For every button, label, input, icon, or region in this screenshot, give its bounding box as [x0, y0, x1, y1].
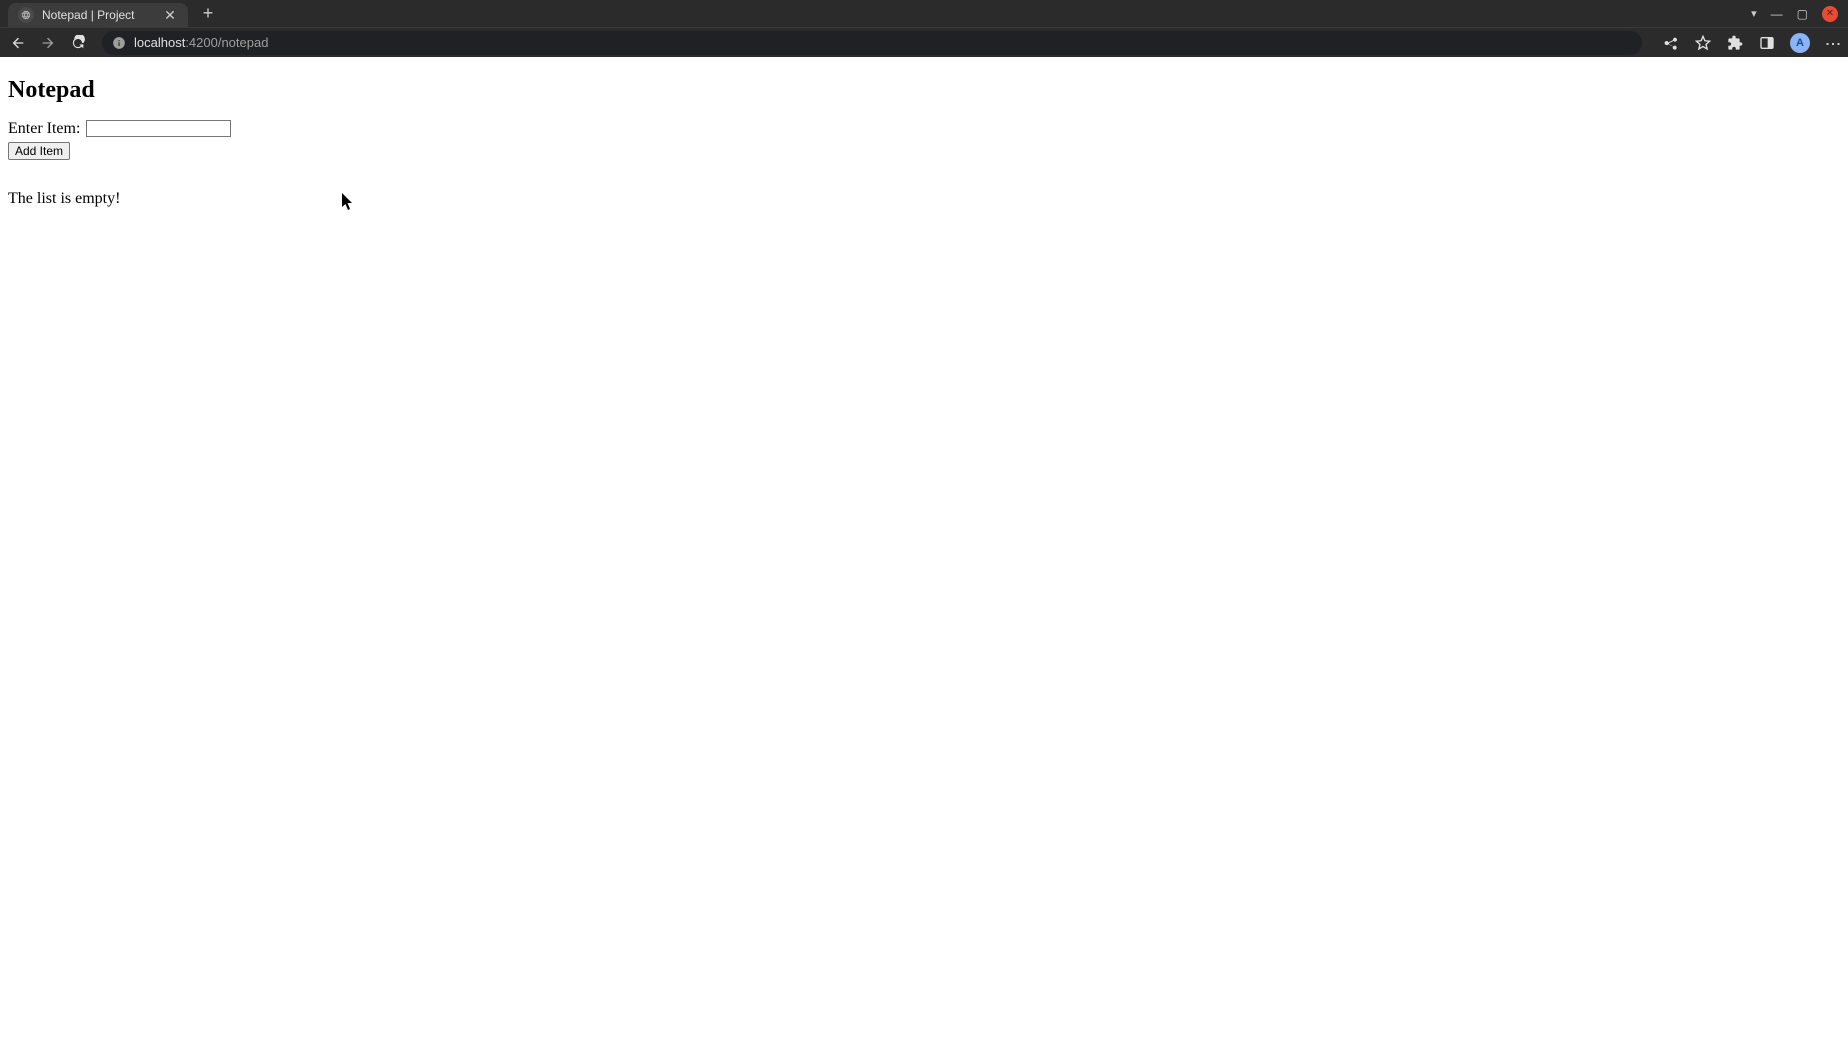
avatar-initial: A	[1796, 37, 1804, 49]
active-tab[interactable]: Notepad | Project ✕	[8, 3, 188, 27]
share-icon[interactable]	[1662, 34, 1680, 52]
item-form: Enter Item:	[8, 120, 1840, 138]
page-title: Notepad	[8, 77, 1840, 104]
browser-tab-strip: Notepad | Project ✕ + ▾ — ▢ ✕	[0, 0, 1848, 27]
profile-avatar[interactable]: A	[1790, 33, 1810, 53]
site-info-icon[interactable]	[112, 36, 126, 50]
url-host: localhost	[134, 35, 185, 50]
globe-icon	[18, 7, 34, 23]
url-text: localhost:4200/notepad	[134, 35, 268, 50]
extensions-icon[interactable]	[1726, 34, 1744, 52]
chevron-down-icon[interactable]: ▾	[1751, 7, 1757, 20]
bookmark-icon[interactable]	[1694, 34, 1712, 52]
browser-menu-icon[interactable]: ⋮	[1824, 36, 1840, 50]
reload-button[interactable]	[68, 33, 88, 53]
window-close-icon[interactable]: ✕	[1822, 6, 1838, 22]
address-bar[interactable]: localhost:4200/notepad	[102, 31, 1642, 55]
add-item-button[interactable]: Add Item	[8, 142, 70, 160]
toolbar-right: A ⋮	[1652, 33, 1840, 53]
window-minimize-icon[interactable]: —	[1771, 7, 1783, 21]
tab-bar: Notepad | Project ✕ +	[0, 0, 1751, 27]
page-content: Notepad Enter Item: Add Item The list is…	[0, 57, 1848, 216]
empty-list-message: The list is empty!	[8, 190, 1840, 208]
url-path: :4200/notepad	[185, 35, 268, 50]
browser-toolbar: localhost:4200/notepad A ⋮	[0, 27, 1848, 57]
input-label: Enter Item:	[8, 120, 80, 137]
forward-button[interactable]	[38, 33, 58, 53]
window-controls: ▾ — ▢ ✕	[1751, 0, 1848, 27]
close-tab-icon[interactable]: ✕	[162, 7, 178, 23]
tab-title: Notepad | Project	[42, 8, 154, 22]
window-maximize-icon[interactable]: ▢	[1797, 7, 1808, 21]
new-tab-button[interactable]: +	[194, 0, 222, 27]
side-panel-icon[interactable]	[1758, 34, 1776, 52]
back-button[interactable]	[8, 33, 28, 53]
item-input[interactable]	[86, 120, 231, 137]
